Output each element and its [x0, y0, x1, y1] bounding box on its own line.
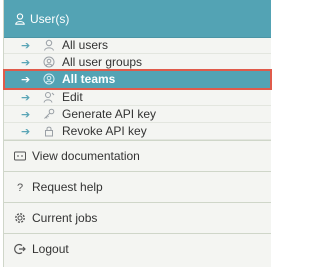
- submenu-item-label: Edit: [62, 90, 83, 104]
- submenu-item-all-teams[interactable]: ➔ All teams: [3, 69, 272, 90]
- group-icon: [43, 56, 55, 68]
- submenu-item-label: Revoke API key: [62, 124, 147, 138]
- menu-item-current-jobs[interactable]: Current jobs: [4, 202, 271, 233]
- menu-item-label: Request help: [32, 180, 103, 194]
- question-icon: ?: [13, 180, 27, 194]
- menu-item-label: View documentation: [32, 149, 140, 163]
- submenu-item-generate-api-key[interactable]: ➔ Generate API key: [4, 106, 271, 123]
- user-icon: [43, 39, 55, 51]
- user-edit-icon: [43, 91, 55, 103]
- arrow-right-icon: ➔: [21, 56, 31, 69]
- arrow-right-icon: ➔: [21, 91, 31, 104]
- users-section-header[interactable]: User(s): [4, 0, 271, 38]
- submenu-item-label: Generate API key: [62, 107, 157, 121]
- svg-text:?: ?: [17, 182, 23, 194]
- submenu-item-all-user-groups[interactable]: ➔ All user groups: [4, 54, 271, 71]
- key-icon: [43, 108, 55, 120]
- arrow-right-icon: ➔: [21, 108, 31, 121]
- team-icon: [43, 73, 55, 85]
- arrow-right-icon: ➔: [21, 73, 31, 86]
- submenu-item-all-users[interactable]: ➔ All users: [4, 37, 271, 54]
- menu-item-view-documentation[interactable]: View documentation: [4, 140, 271, 171]
- side-menu-panel: User(s) ➔ All users ➔ All user groups ➔: [3, 0, 272, 267]
- submenu-item-label: All teams: [62, 72, 116, 86]
- users-section-title: User(s): [30, 11, 70, 26]
- submenu-item-label: All users: [62, 38, 109, 52]
- lock-icon: [43, 125, 55, 137]
- submenu-item-edit[interactable]: ➔ Edit: [4, 89, 271, 106]
- submenu-item-revoke-api-key[interactable]: ➔ Revoke API key: [4, 123, 271, 140]
- arrow-right-icon: ➔: [21, 125, 31, 138]
- menu-item-label: Logout: [32, 242, 69, 256]
- document-icon: [13, 149, 27, 163]
- menu-item-logout[interactable]: Logout: [4, 233, 271, 264]
- submenu-item-label: All user groups: [62, 55, 143, 69]
- user-icon: [15, 12, 25, 25]
- arrow-right-icon: ➔: [21, 39, 31, 52]
- logout-icon: [13, 242, 27, 256]
- gear-icon: [13, 211, 27, 225]
- menu-item-request-help[interactable]: ? Request help: [4, 171, 271, 202]
- menu-item-label: Current jobs: [32, 211, 98, 225]
